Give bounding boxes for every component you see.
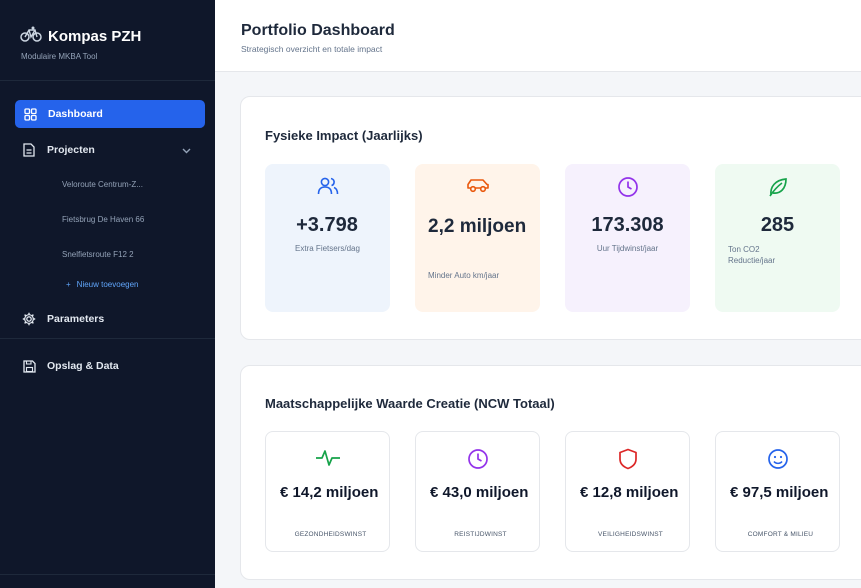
project-link[interactable]: Veloroute Centrum-Z... — [62, 180, 143, 189]
app-subtitle: Modulaire MKBA Tool — [21, 52, 98, 61]
value-amount: € 12,8 miljoen — [580, 484, 679, 501]
sidebar-item-label: Dashboard — [48, 108, 103, 120]
impact-value: 2,2 miljoen — [428, 216, 527, 237]
value-card: € 97,5 miljoen COMFORT & MILIEU — [715, 431, 840, 552]
sidebar-item-opslag[interactable]: Opslag & Data — [22, 352, 205, 380]
page-header: Portfolio Dashboard Strategisch overzich… — [215, 0, 861, 72]
clock-icon — [416, 448, 539, 470]
brand: Kompas PZH Modulaire MKBA Tool — [20, 26, 141, 61]
sidebar-item-projecten[interactable]: Projecten — [22, 136, 205, 164]
page-subtitle: Strategisch overzicht en totale impact — [241, 44, 383, 54]
impact-label: Uur Tijdwinst/jaar — [596, 244, 659, 253]
bicycle-icon — [20, 26, 42, 47]
impact-card: 2,2 miljoen Minder Auto km/jaar — [415, 164, 540, 312]
sidebar-item-label: Projecten — [47, 144, 95, 156]
clock-icon — [565, 176, 690, 198]
app-title: Kompas PZH — [48, 28, 142, 45]
value-amount: € 97,5 miljoen — [730, 484, 829, 501]
users-icon — [265, 176, 390, 196]
value-card: € 12,8 miljoen VEILIGHEIDSWINST — [565, 431, 690, 552]
value-label: COMFORT & MILIEU — [747, 531, 814, 538]
sidebar-item-dashboard[interactable]: Dashboard — [15, 100, 205, 128]
smile-icon — [716, 448, 839, 470]
car-icon — [415, 176, 540, 194]
grid-icon — [23, 107, 37, 121]
divider — [0, 338, 215, 339]
impact-label: Ton CO2 Reductie/jaar — [728, 245, 776, 265]
plus-icon: + — [66, 280, 71, 289]
sidebar: Kompas PZH Modulaire MKBA Tool Dashboard… — [0, 0, 215, 588]
save-icon — [22, 359, 36, 373]
impact-label: Extra Fietsers/dag — [295, 244, 360, 253]
chevron-down-icon[interactable] — [182, 145, 191, 157]
value-label: REISTIJDWINST — [454, 531, 507, 538]
impact-card: 285 Ton CO2 Reductie/jaar — [715, 164, 840, 312]
value-amount: € 43,0 miljoen — [430, 484, 529, 501]
leaf-icon — [715, 176, 840, 198]
sidebar-item-label: Parameters — [47, 313, 105, 325]
value-label: GEZONDHEIDSWINST — [294, 531, 367, 538]
project-link[interactable]: Fietsbrug De Haven 66 — [62, 215, 144, 224]
heartbeat-icon — [266, 448, 389, 468]
divider — [0, 80, 215, 81]
section-title: Maatschappelijke Waarde Creatie (NCW Tot… — [265, 396, 555, 411]
section-title: Fysieke Impact (Jaarlijks) — [265, 128, 423, 143]
impact-card: 173.308 Uur Tijdwinst/jaar — [565, 164, 690, 312]
impact-label: Minder Auto km/jaar — [428, 271, 500, 280]
page-title: Portfolio Dashboard — [241, 22, 395, 39]
gear-icon — [22, 312, 36, 326]
document-icon — [22, 143, 36, 157]
value-amount: € 14,2 miljoen — [280, 484, 379, 501]
divider — [0, 574, 215, 575]
impact-value: 285 — [760, 214, 795, 236]
add-project-button[interactable]: + Nieuw toevoegen — [66, 280, 139, 289]
sidebar-item-parameters[interactable]: Parameters — [22, 305, 205, 333]
impact-card: +3.798 Extra Fietsers/dag — [265, 164, 390, 312]
shield-icon — [566, 448, 689, 470]
value-card: € 43,0 miljoen REISTIJDWINST — [415, 431, 540, 552]
add-project-label: Nieuw toevoegen — [76, 280, 139, 289]
value-card: € 14,2 miljoen GEZONDHEIDSWINST — [265, 431, 390, 552]
impact-value: 173.308 — [591, 214, 664, 236]
value-label: VEILIGHEIDSWINST — [598, 531, 663, 538]
impact-value: +3.798 — [296, 214, 358, 236]
sidebar-item-label: Opslag & Data — [47, 360, 119, 372]
project-link[interactable]: Snelfietsroute F12 2 — [62, 250, 134, 259]
